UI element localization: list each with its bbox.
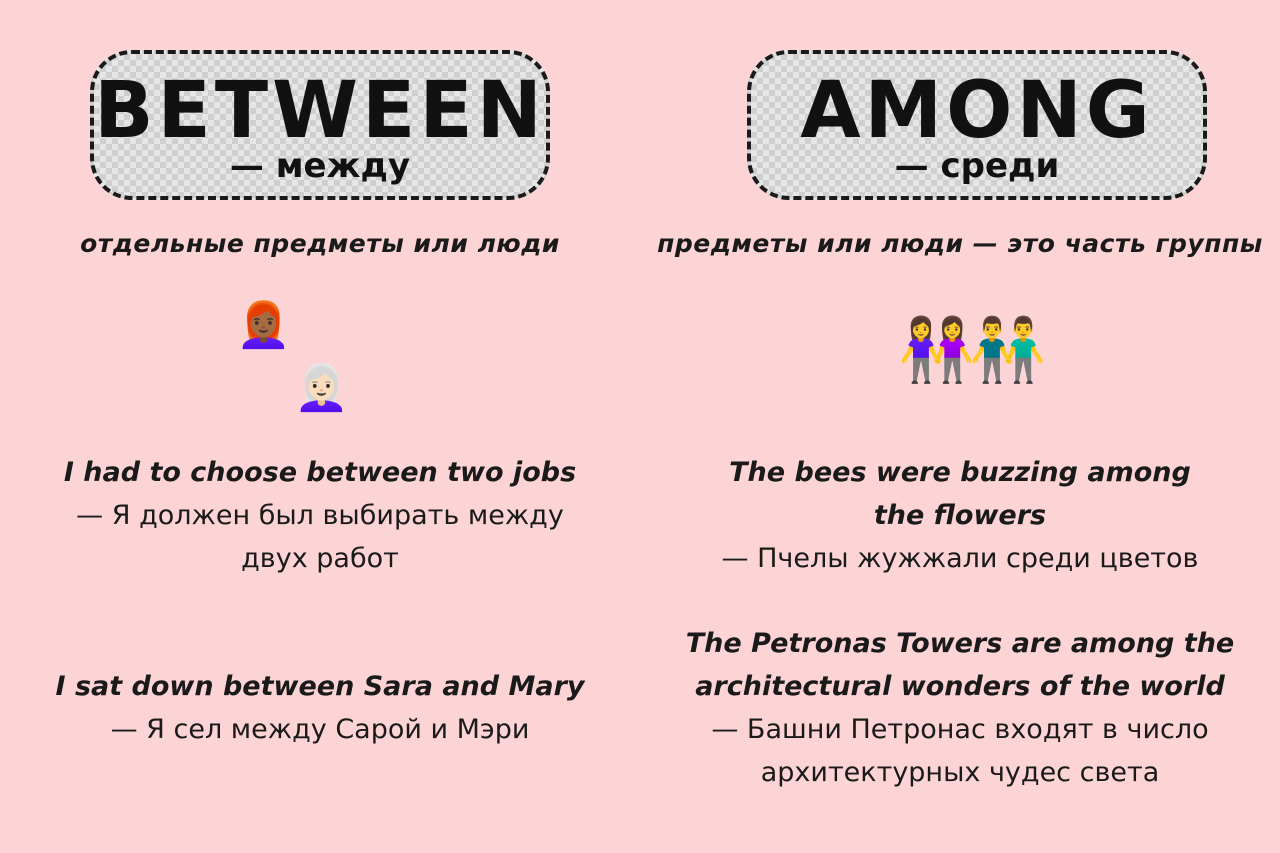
between-example-2-ru: — Я сел между Сарой и Мэри xyxy=(110,714,530,745)
among-word: AMONG xyxy=(800,66,1154,156)
between-example-1: I had to choose between two jobs — Я дол… xyxy=(20,451,620,580)
between-example-1-en: I had to choose between two jobs xyxy=(63,457,577,488)
between-subtitle: отдельные предметы или люди xyxy=(80,229,560,258)
among-example-2: The Petronas Towers are among the archit… xyxy=(660,622,1260,794)
between-example-1-ru: — Я должен был выбирать между двух работ xyxy=(76,500,564,574)
among-badge: AMONG — среди xyxy=(747,50,1207,200)
among-example-2-en: The Petronas Towers are among the archit… xyxy=(685,628,1235,702)
among-column: AMONG — среди предметы или люди — это ча… xyxy=(640,0,1280,853)
among-example-1-en: The bees were buzzing among the flowers xyxy=(729,457,1191,531)
among-translation: — среди xyxy=(894,146,1060,186)
between-word: BETWEEN xyxy=(94,66,546,156)
woman-red-hair-emoji-icon: 👩🏾‍🦰 xyxy=(236,300,291,351)
between-translation: — между xyxy=(229,146,411,186)
between-column: BETWEEN — между отдельные предметы или л… xyxy=(0,0,640,853)
between-example-2: I sat down between Sara and Mary — Я сел… xyxy=(20,665,620,751)
between-example-2-en: I sat down between Sara and Mary xyxy=(55,671,585,702)
among-example-1: The bees were buzzing among the flowers … xyxy=(660,451,1260,580)
woman-white-hair-emoji-icon: 👩🏻‍🦳 xyxy=(294,363,349,414)
among-subtitle: предметы или люди — это часть группы xyxy=(657,229,1263,258)
group-people-emoji-icon: 👭👬 xyxy=(898,313,1046,386)
between-badge: BETWEEN — между xyxy=(90,50,550,200)
among-example-2-ru: — Башни Петронас входят в число архитект… xyxy=(711,714,1209,788)
among-example-1-ru: — Пчелы жужжали среди цветов xyxy=(721,543,1199,574)
